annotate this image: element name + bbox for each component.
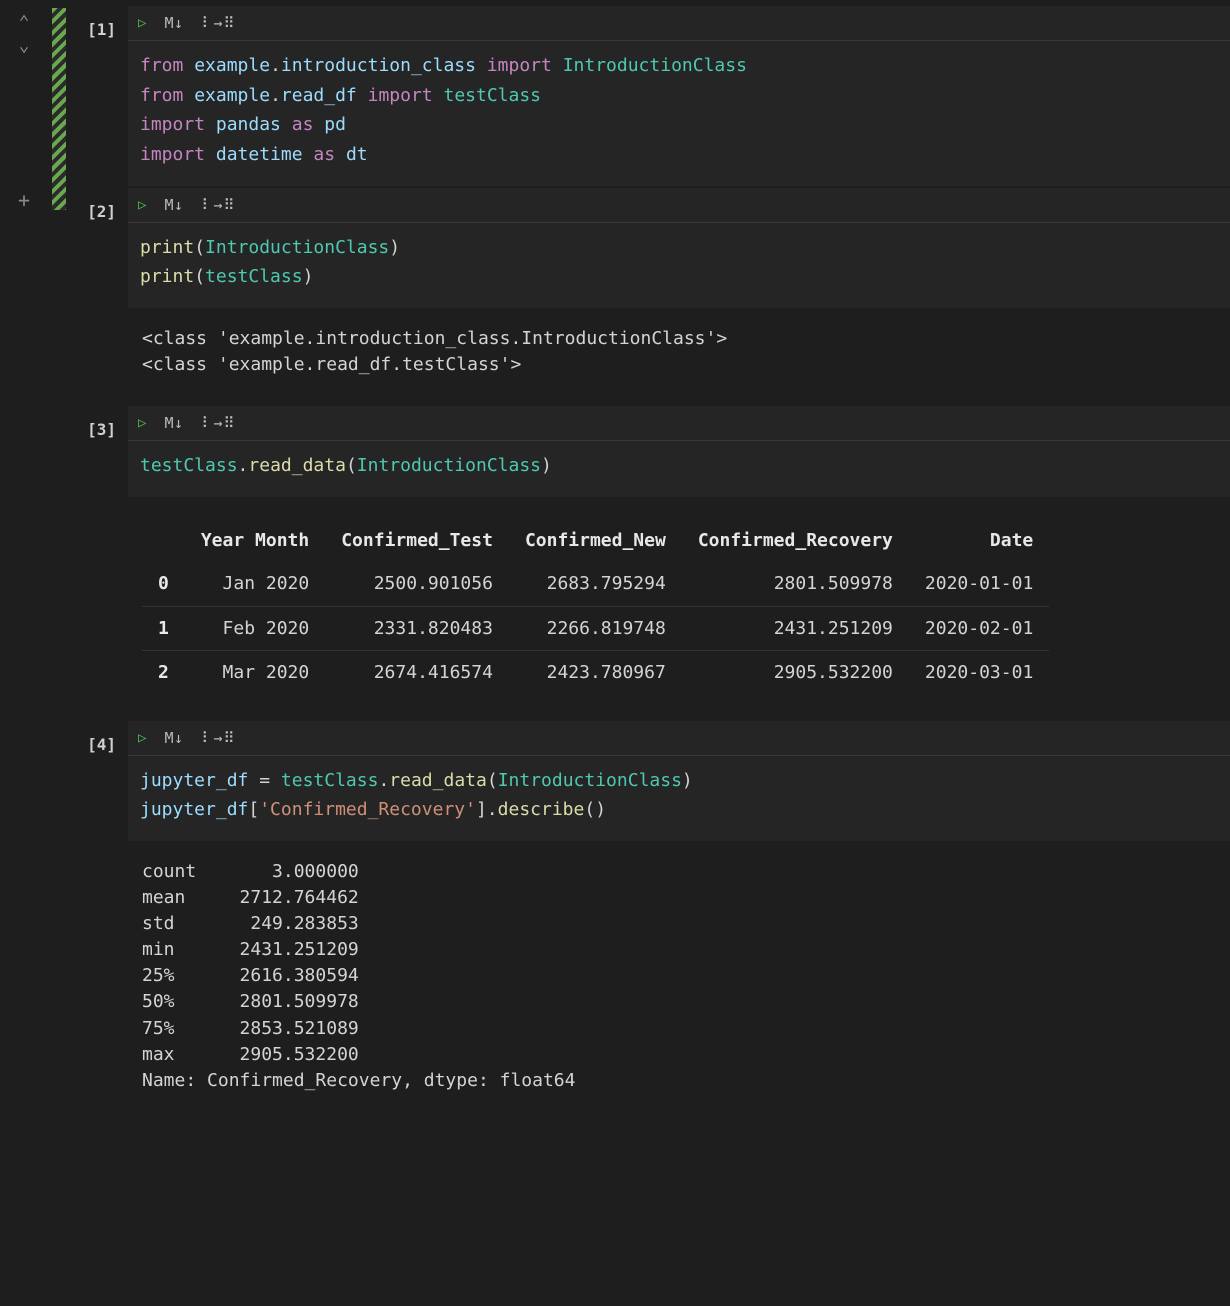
table-header: Confirmed_Recovery (682, 519, 909, 562)
table-cell: 2801.509978 (682, 562, 909, 606)
split-cell-icon[interactable]: ⠇→⠿ (202, 196, 236, 214)
notebook-cell: [2] ▷ M↓ ⠇→⠿ print(IntroductionClass) pr… (70, 188, 1230, 405)
code-input[interactable]: jupyter_df = testClass.read_data(Introdu… (128, 756, 1230, 841)
table-header: Confirmed_New (509, 519, 682, 562)
cell-modified-stripe (52, 8, 66, 210)
table-header: Year Month (185, 519, 325, 562)
row-index: 1 (142, 606, 185, 650)
notebook-cell: [1] ▷ M↓ ⠇→⠿ from example.introduction_c… (70, 6, 1230, 186)
split-cell-icon[interactable]: ⠇→⠿ (202, 729, 236, 747)
markdown-button[interactable]: M↓ (164, 196, 183, 214)
move-down-icon[interactable]: ⌄ (19, 35, 30, 56)
table-cell: 2423.780967 (509, 651, 682, 695)
cell-body: ▷ M↓ ⠇→⠿ print(IntroductionClass) print(… (128, 188, 1230, 405)
execution-label: [4] (70, 721, 128, 754)
add-cell-button[interactable]: + (18, 188, 30, 212)
dataframe-output: Year MonthConfirmed_TestConfirmed_NewCon… (128, 497, 1230, 719)
table-cell: Jan 2020 (185, 562, 325, 606)
run-cell-icon[interactable]: ▷ (138, 730, 146, 746)
table-cell: 2020-03-01 (909, 651, 1049, 695)
table-row: 2Mar 20202674.4165742423.7809672905.5322… (142, 651, 1049, 695)
code-input[interactable]: testClass.read_data(IntroductionClass) (128, 441, 1230, 497)
run-cell-icon[interactable]: ▷ (138, 197, 146, 213)
execution-label: [2] (70, 188, 128, 221)
notebook-cell: [4] ▷ M↓ ⠇→⠿ jupyter_df = testClass.read… (70, 721, 1230, 1120)
table-header: Date (909, 519, 1049, 562)
code-input[interactable]: from example.introduction_class import I… (128, 41, 1230, 186)
cell-body: ▷ M↓ ⠇→⠿ jupyter_df = testClass.read_dat… (128, 721, 1230, 1120)
table-row: 1Feb 20202331.8204832266.8197482431.2512… (142, 606, 1049, 650)
table-cell: 2683.795294 (509, 562, 682, 606)
run-cell-icon[interactable]: ▷ (138, 415, 146, 431)
notebook-cells: [1] ▷ M↓ ⠇→⠿ from example.introduction_c… (70, 0, 1230, 1122)
table-cell: 2331.820483 (325, 606, 509, 650)
table-header (142, 519, 185, 562)
table-row: 0Jan 20202500.9010562683.7952942801.5099… (142, 562, 1049, 606)
cell-toolbar: ▷ M↓ ⠇→⠿ (128, 406, 1230, 441)
table-cell: 2674.416574 (325, 651, 509, 695)
row-index: 0 (142, 562, 185, 606)
table-cell: Mar 2020 (185, 651, 325, 695)
table-header: Confirmed_Test (325, 519, 509, 562)
table-cell: Feb 2020 (185, 606, 325, 650)
run-cell-icon[interactable]: ▷ (138, 15, 146, 31)
cell-toolbar: ▷ M↓ ⠇→⠿ (128, 188, 1230, 223)
cell-body: ▷ M↓ ⠇→⠿ testClass.read_data(Introductio… (128, 406, 1230, 718)
execution-label: [1] (70, 6, 128, 39)
cell-output: count 3.000000 mean 2712.764462 std 249.… (128, 841, 1230, 1120)
row-index: 2 (142, 651, 185, 695)
cell-body: ▷ M↓ ⠇→⠿ from example.introduction_class… (128, 6, 1230, 186)
cell-toolbar: ▷ M↓ ⠇→⠿ (128, 6, 1230, 41)
code-input[interactable]: print(IntroductionClass) print(testClass… (128, 223, 1230, 308)
table-cell: 2500.901056 (325, 562, 509, 606)
move-up-icon[interactable]: ⌃ (19, 12, 30, 33)
split-cell-icon[interactable]: ⠇→⠿ (202, 14, 236, 32)
table-cell: 2020-01-01 (909, 562, 1049, 606)
cell-output: <class 'example.introduction_class.Intro… (128, 308, 1230, 404)
markdown-button[interactable]: M↓ (164, 414, 183, 432)
gutter: ⌃ ⌄ + (0, 0, 48, 1306)
split-cell-icon[interactable]: ⠇→⠿ (202, 414, 236, 432)
execution-label: [3] (70, 406, 128, 439)
table-cell: 2431.251209 (682, 606, 909, 650)
table-cell: 2905.532200 (682, 651, 909, 695)
markdown-button[interactable]: M↓ (164, 729, 183, 747)
table-cell: 2020-02-01 (909, 606, 1049, 650)
markdown-button[interactable]: M↓ (164, 14, 183, 32)
notebook-cell: [3] ▷ M↓ ⠇→⠿ testClass.read_data(Introdu… (70, 406, 1230, 718)
table-cell: 2266.819748 (509, 606, 682, 650)
cell-toolbar: ▷ M↓ ⠇→⠿ (128, 721, 1230, 756)
